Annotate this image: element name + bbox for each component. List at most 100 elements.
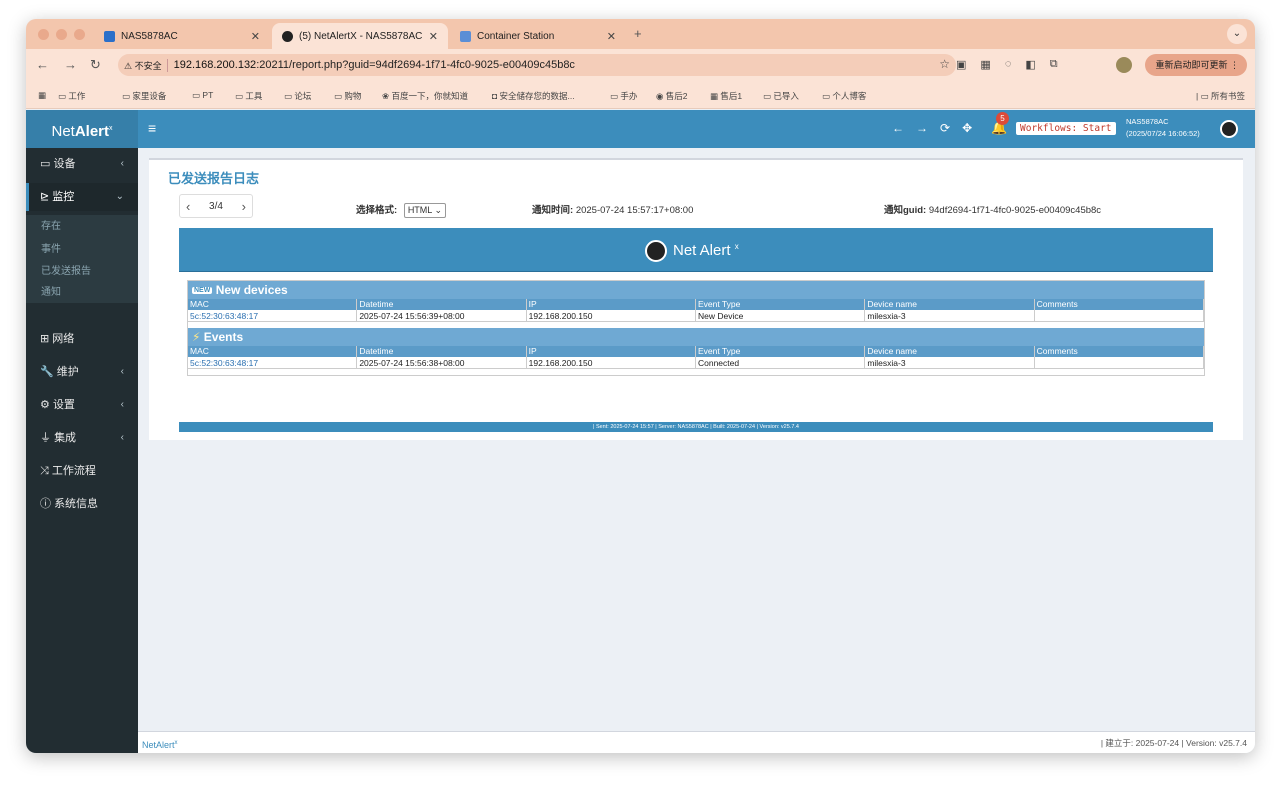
sidebar-item-monitor[interactable]: ⊵ 监控 ⌄ (26, 183, 138, 211)
refresh-icon[interactable]: ⟳ (940, 121, 950, 135)
tab-container-station[interactable]: Container Station ✕ (450, 23, 626, 49)
bookmark-item[interactable]: ▭ 工作 (58, 90, 85, 102)
new-badge-icon: NEW (192, 287, 213, 294)
chevron-left-icon: ‹ (120, 158, 124, 169)
chart-icon: ⊵ (40, 191, 50, 203)
zoom-window-button[interactable] (74, 29, 85, 40)
tab-netalertx[interactable]: (5) NetAlertX - NAS5878AC ✕ (272, 23, 448, 49)
update-button[interactable]: 重新启动即可更新 ⋮ (1145, 54, 1247, 76)
header-toolbar: ← → ⟳ ✥ (892, 121, 972, 135)
page-title: 已发送报告日志 (168, 171, 260, 186)
chevron-left-icon: ‹ (120, 399, 124, 410)
sidebar-subitem-events[interactable]: 事件 (41, 240, 61, 255)
hamburger-menu-icon[interactable]: ≡ (148, 120, 156, 136)
monitor-icon: ▭ (40, 158, 51, 170)
page-indicator: 3/4 (209, 200, 223, 212)
chevron-down-icon: ⌄ (115, 191, 124, 202)
back-arrow-icon[interactable]: ← (892, 121, 904, 135)
tab-nas[interactable]: NAS5878AC ✕ (94, 23, 270, 49)
format-select[interactable]: HTML ⌄ (403, 203, 447, 218)
user-avatar[interactable] (1220, 120, 1238, 138)
sidebar-item-workflows[interactable]: ⤨ 工作流程 (26, 457, 138, 485)
app-footer: NetAlertx | 建立于: 2025-07-24 | Version: v… (138, 731, 1255, 753)
forward-arrow-icon[interactable]: → (916, 121, 928, 135)
bookmark-item[interactable]: ▭ 家里设备 (122, 90, 166, 102)
sidebar-item-devices[interactable]: ▭ 设备 ‹ (26, 150, 138, 178)
extension-icon[interactable]: ▣ (956, 58, 966, 71)
bookmark-item[interactable]: ▭ 手办 (610, 90, 637, 102)
forward-arrow-icon[interactable]: → (64, 57, 77, 72)
bookmark-item[interactable]: ▭ 个人博客 (822, 90, 866, 102)
table-header-row: MAC Datetime IP Event Type Device name C… (188, 299, 1204, 310)
extensions-puzzle-icon[interactable]: ⧉ (1050, 58, 1058, 71)
browser-toolbar: ← → ↻ ⚠ 不安全 192.168.200.132:20211/report… (26, 49, 1255, 81)
sidebar-item-settings[interactable]: ⚙ 设置 ‹ (26, 391, 138, 419)
bookmark-item[interactable]: ▭ 论坛 (284, 90, 311, 102)
monitor-submenu: 存在 事件 已发送报告 通知 (26, 215, 138, 303)
tab-search-chevron-icon[interactable]: ⌄ (1227, 24, 1247, 44)
extension-icon[interactable]: ◧ (1025, 58, 1035, 71)
move-icon[interactable]: ✥ (962, 121, 972, 135)
bookmark-star-icon[interactable]: ☆ (939, 57, 950, 71)
apps-grid-icon[interactable]: ▦ (38, 90, 46, 101)
sidebar-subitem-reports[interactable]: 已发送报告 (41, 262, 91, 277)
bookmarks-bar: ▦ ▭ 工作 ▭ 家里设备 ▭ PT ▭ 工具 ▭ 论坛 ▭ 购物 ❀ 百度一下… (26, 81, 1255, 109)
netalert-favicon-icon (282, 30, 293, 42)
table-header-row: MAC Datetime IP Event Type Device name C… (188, 346, 1204, 357)
server-info: NAS5878AC (2025/07/24 16:06:52) (1126, 117, 1200, 138)
mac-link[interactable]: 5c:52:30:63:48:17 (188, 357, 358, 368)
sidebar-subitem-presence[interactable]: 存在 (41, 217, 61, 232)
close-tab-icon[interactable]: ✕ (429, 30, 438, 43)
notify-guid: 通知guid: 94df2694-1f71-4fc0-9025-e00409c4… (884, 205, 1102, 216)
sidebar-item-integrations[interactable]: ⏚ 集成 ‹ (26, 424, 138, 452)
extension-icon[interactable]: ◌ (1005, 58, 1012, 71)
sidebar-item-network[interactable]: ⊞ 网络 (26, 325, 138, 353)
app-logo[interactable]: NetAlertx (26, 110, 138, 148)
sidebar-item-maintenance[interactable]: 🔧 维护 ‹ (26, 358, 138, 386)
sidebar-item-sysinfo[interactable]: ⓘ 系统信息 (26, 490, 138, 518)
close-tab-icon[interactable]: ✕ (251, 30, 260, 43)
notification-count-badge: 5 (996, 112, 1009, 125)
new-tab-button[interactable]: + (634, 26, 642, 41)
bookmark-item[interactable]: ▭ 购物 (334, 90, 361, 102)
sidebar: ▭ 设备 ‹ ⊵ 监控 ⌄ 存在 事件 已发送报告 通知 ⊞ 网络 🔧 维护 ‹ ⚙ … (26, 148, 138, 753)
mac-link[interactable]: 5c:52:30:63:48:17 (188, 310, 358, 321)
bookmark-item[interactable]: ▦ 售后1 (710, 90, 742, 102)
url-text: 192.168.200.132:20211/report.php?guid=94… (173, 59, 575, 71)
app-header: NetAlertx ≡ ← → ⟳ ✥ 🔔 5 Workflows: Start… (26, 110, 1255, 148)
next-page-button[interactable]: › (242, 199, 246, 214)
bookmark-item[interactable]: ▭ 工具 (235, 90, 262, 102)
nas-favicon-icon (104, 30, 115, 42)
prev-page-button[interactable]: ‹ (186, 199, 190, 214)
sidebar-subitem-notifications[interactable]: 通知 (41, 283, 61, 298)
insecure-warning[interactable]: ⚠ 不安全 (124, 58, 168, 72)
main-content: 已发送报告日志 ‹ 3/4 › 选择格式: HTML ⌄ 通知时间: 2025-… (138, 148, 1255, 753)
footer-version: | 建立于: 2025-07-24 | Version: v25.7.4 (1100, 738, 1247, 748)
extension-icon[interactable]: ▦ (980, 58, 990, 71)
all-bookmarks-button[interactable]: | ▭ 所有书签 (1196, 90, 1245, 102)
back-arrow-icon[interactable]: ← (36, 57, 49, 72)
report-footer: | Sent: 2025-07-24 15:57 | Server: NAS58… (179, 422, 1213, 432)
address-bar[interactable]: ⚠ 不安全 192.168.200.132:20211/report.php?g… (118, 54, 956, 76)
banner-title: Net Alert x (673, 242, 739, 259)
close-window-button[interactable] (38, 29, 49, 40)
workflows-status[interactable]: Workflows: Start (1016, 122, 1116, 135)
close-tab-icon[interactable]: ✕ (607, 30, 616, 43)
bookmark-item[interactable]: ◉ 售后2 (656, 90, 688, 102)
report-banner: Net Alert x (179, 228, 1213, 272)
bookmark-item[interactable]: ◘ 安全储存您的数据... (492, 90, 575, 102)
minimize-window-button[interactable] (56, 29, 67, 40)
table-row: 5c:52:30:63:48:17 2025-07-24 15:56:39+08… (188, 310, 1204, 322)
chevron-left-icon: ‹ (120, 366, 124, 377)
lightning-icon: ⚡ (192, 330, 201, 344)
bookmark-item[interactable]: ❀ 百度一下，你就知道 (382, 90, 468, 102)
profile-avatar[interactable] (1116, 57, 1132, 73)
reload-icon[interactable]: ↻ (90, 57, 101, 73)
tab-strip: NAS5878AC ✕ (5) NetAlertX - NAS5878AC ✕ … (26, 19, 1255, 49)
bookmark-item[interactable]: ▭ PT (192, 90, 213, 101)
container-favicon-icon (460, 30, 471, 42)
wrench-icon: 🔧 (40, 366, 54, 378)
report-box: 已发送报告日志 ‹ 3/4 › 选择格式: HTML ⌄ 通知时间: 2025-… (149, 158, 1243, 440)
bookmark-item[interactable]: ▭ 已导入 (763, 90, 799, 102)
gear-icon: ⚙ (40, 399, 50, 411)
